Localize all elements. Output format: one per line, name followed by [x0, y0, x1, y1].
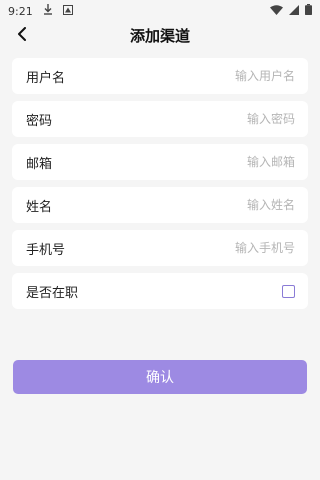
- back-button[interactable]: [10, 22, 34, 48]
- employed-row: 是否在职: [12, 273, 308, 309]
- phone-row: 手机号: [12, 230, 308, 266]
- status-left: 9:21: [8, 4, 73, 18]
- chevron-left-icon: [17, 26, 27, 45]
- password-label: 密码: [26, 113, 53, 129]
- name-label: 姓名: [26, 199, 53, 215]
- page-title: 添加渠道: [129, 26, 190, 45]
- username-label: 用户名: [26, 70, 66, 86]
- channel-form: 用户名 密码 邮箱 姓名 手机号 是否在职: [0, 48, 320, 309]
- phone-label: 手机号: [26, 242, 66, 258]
- email-input[interactable]: [145, 155, 295, 169]
- password-input[interactable]: [145, 112, 295, 126]
- notification-icon: [62, 4, 73, 18]
- name-input[interactable]: [145, 198, 295, 212]
- name-row: 姓名: [12, 187, 308, 223]
- employed-label: 是否在职: [26, 285, 79, 301]
- phone-input[interactable]: [145, 241, 295, 255]
- confirm-button[interactable]: 确认: [13, 360, 307, 394]
- status-time: 9:21: [8, 4, 33, 18]
- status-right: [270, 4, 312, 18]
- email-row: 邮箱: [12, 144, 308, 180]
- status-bar: 9:21: [0, 0, 320, 22]
- download-icon: [43, 4, 53, 18]
- username-row: 用户名: [12, 58, 308, 94]
- employed-checkbox[interactable]: [282, 284, 295, 298]
- email-label: 邮箱: [26, 156, 53, 172]
- signal-icon: [289, 4, 299, 18]
- nav-bar: 添加渠道: [0, 22, 320, 48]
- battery-icon: [305, 4, 312, 18]
- password-row: 密码: [12, 101, 308, 137]
- wifi-icon: [270, 4, 283, 18]
- username-input[interactable]: [145, 69, 295, 83]
